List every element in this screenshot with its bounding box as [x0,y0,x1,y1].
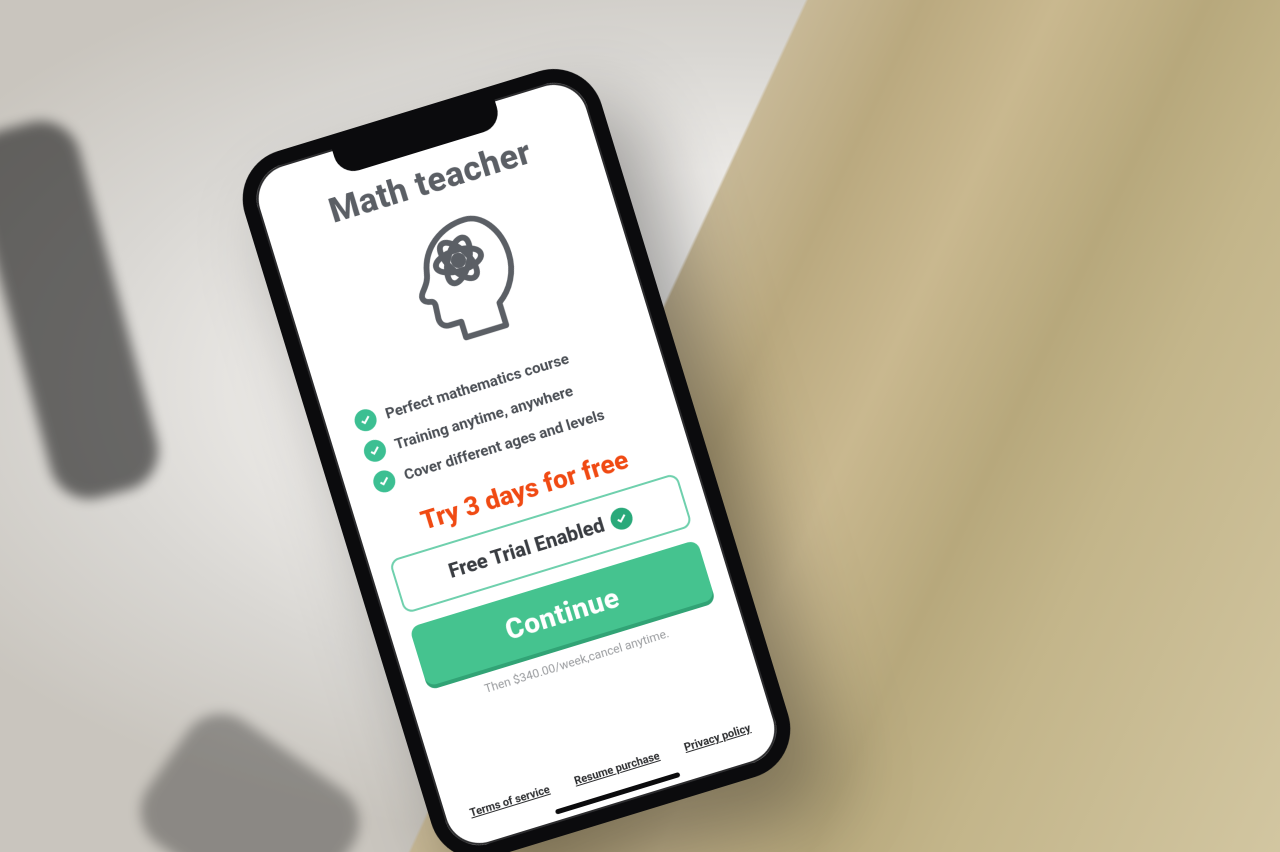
check-icon [352,406,379,433]
footer-links: Terms of service Resume purchase Privacy… [464,720,757,826]
check-icon [361,437,388,464]
phone-body: Math teacher [230,57,802,852]
phone-mockup: Math teacher [230,57,802,852]
check-icon [371,468,398,495]
scene-background: Math teacher [0,0,1280,852]
privacy-link[interactable]: Privacy policy [682,721,752,754]
app-screen: Math teacher [248,74,786,852]
check-icon [608,505,635,532]
terms-link[interactable]: Terms of service [468,783,551,820]
